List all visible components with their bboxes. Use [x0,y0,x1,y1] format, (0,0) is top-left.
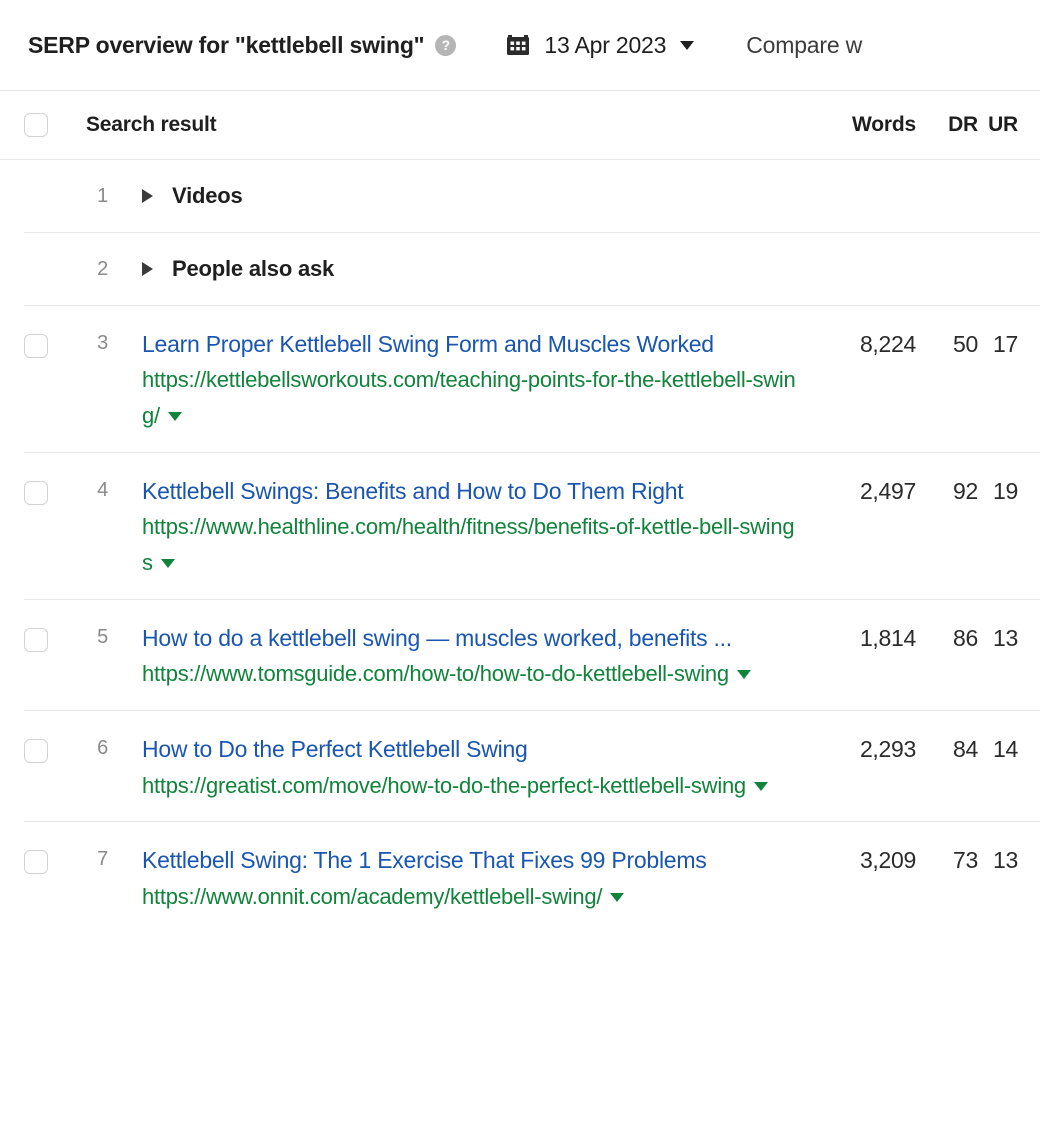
row-checkbox[interactable] [24,334,48,358]
result-url-link[interactable]: https://www.tomsguide.com/how-to/how-to-… [142,661,729,686]
calendar-icon [506,33,530,57]
selected-date: 13 Apr 2023 [544,31,667,58]
row-checkbox[interactable] [24,481,48,506]
row-checkbox-cell [0,842,62,875]
chevron-down-icon[interactable] [167,412,182,422]
caret-right-icon[interactable] [142,262,153,276]
result-title-link[interactable]: Kettlebell Swings: Benefits and How to D… [142,473,772,509]
result-dr: 84 [953,736,978,763]
result-ur: 14 [993,736,1018,763]
result-url-wrap: https://greatist.com/move/how-to-do-the-… [142,768,796,804]
select-all-cell [0,113,62,137]
result-words: 2,497 [859,478,916,505]
column-header-ur[interactable]: UR [978,113,1040,137]
serp-results-table: Search result Words DR UR 1 Videos 2 Peo… [0,91,1040,933]
result-words: 3,209 [859,847,916,874]
row-rank: 7 [97,848,108,871]
result-dr: 92 [953,478,978,505]
result-cell: How to Do the Perfect Kettlebell Swing h… [110,731,808,803]
result-ur: 13 [993,847,1018,874]
row-checkbox-cell [0,620,62,653]
row-rank: 1 [97,184,108,207]
caret-right-icon[interactable] [142,189,153,203]
column-header-search-result[interactable]: Search result [62,113,808,137]
table-row: 6 How to Do the Perfect Kettlebell Swing… [0,711,1040,821]
row-checkbox-cell [0,326,62,358]
row-checkbox[interactable] [24,739,48,764]
date-picker[interactable]: 13 Apr 2023 [506,31,695,59]
row-rank: 3 [97,332,108,354]
page-title: SERP overview for "kettlebell swing" [28,31,425,58]
serp-feature-label: Videos [172,183,243,208]
result-dr: 86 [953,625,978,652]
row-rank: 4 [97,479,108,502]
column-header-words[interactable]: Words [808,113,916,137]
result-cell: Kettlebell Swings: Benefits and How to D… [110,473,808,581]
result-title-link[interactable]: How to do a kettlebell swing — muscles w… [142,620,772,656]
result-ur: 19 [993,478,1018,505]
column-header-dr[interactable]: DR [916,113,978,137]
row-checkbox[interactable] [24,850,48,875]
result-url-link[interactable]: https://greatist.com/move/how-to-do-the-… [142,773,746,798]
table-row[interactable]: 2 People also ask [0,233,1040,305]
table-row: 7 Kettlebell Swing: The 1 Exercise That … [0,822,1040,932]
table-row: 5 How to do a kettlebell swing — muscles… [0,600,1040,710]
chevron-down-icon[interactable] [753,781,768,791]
row-rank: 5 [97,626,108,649]
result-title-link[interactable]: Learn Proper Kettlebell Swing Form and M… [142,326,772,362]
compare-with-button[interactable]: Compare w [746,32,862,59]
result-cell: Learn Proper Kettlebell Swing Form and M… [110,326,808,434]
select-all-checkbox[interactable] [24,113,48,137]
serp-header: SERP overview for "kettlebell swing" ? 1… [0,0,1040,90]
result-url-wrap: https://www.healthline.com/health/fitnes… [142,509,796,581]
result-words: 1,814 [859,625,916,652]
table-header-row: Search result Words DR UR [0,91,1040,159]
help-circle-icon[interactable]: ? [435,34,457,56]
chevron-down-icon[interactable] [680,40,695,50]
result-cell: Kettlebell Swing: The 1 Exercise That Fi… [110,842,808,914]
result-url-wrap: https://www.onnit.com/academy/kettlebell… [142,879,796,915]
result-words: 2,293 [859,736,916,763]
result-url-wrap: https://www.tomsguide.com/how-to/how-to-… [142,656,796,692]
table-row[interactable]: 1 Videos [0,160,1040,232]
row-checkbox-cell [0,473,62,506]
serp-feature-videos[interactable]: Videos [110,183,1040,209]
serp-feature-people-also-ask[interactable]: People also ask [110,256,1040,282]
result-cell: How to do a kettlebell swing — muscles w… [110,620,808,692]
result-dr: 73 [953,847,978,874]
result-ur: 17 [993,331,1018,357]
row-checkbox[interactable] [24,628,48,653]
result-url-wrap: https://kettlebellsworkouts.com/teaching… [142,362,796,434]
row-rank: 2 [97,257,108,280]
table-row: 3 Learn Proper Kettlebell Swing Form and… [0,306,1040,452]
result-title-link[interactable]: How to Do the Perfect Kettlebell Swing [142,731,772,767]
result-url-link[interactable]: https://www.healthline.com/health/fitnes… [142,514,795,575]
chevron-down-icon[interactable] [610,892,625,902]
table-row: 4 Kettlebell Swings: Benefits and How to… [0,453,1040,599]
row-checkbox-cell [0,731,62,764]
chevron-down-icon[interactable] [160,559,175,569]
result-ur: 13 [993,625,1018,652]
result-url-link[interactable]: https://www.onnit.com/academy/kettlebell… [142,884,602,909]
chevron-down-icon[interactable] [736,670,751,680]
row-rank: 6 [97,737,108,760]
result-title-link[interactable]: Kettlebell Swing: The 1 Exercise That Fi… [142,842,772,878]
result-words: 8,224 [859,331,916,357]
serp-feature-label: People also ask [172,256,335,281]
result-url-link[interactable]: https://kettlebellsworkouts.com/teaching… [142,367,796,428]
result-dr: 50 [953,331,978,357]
